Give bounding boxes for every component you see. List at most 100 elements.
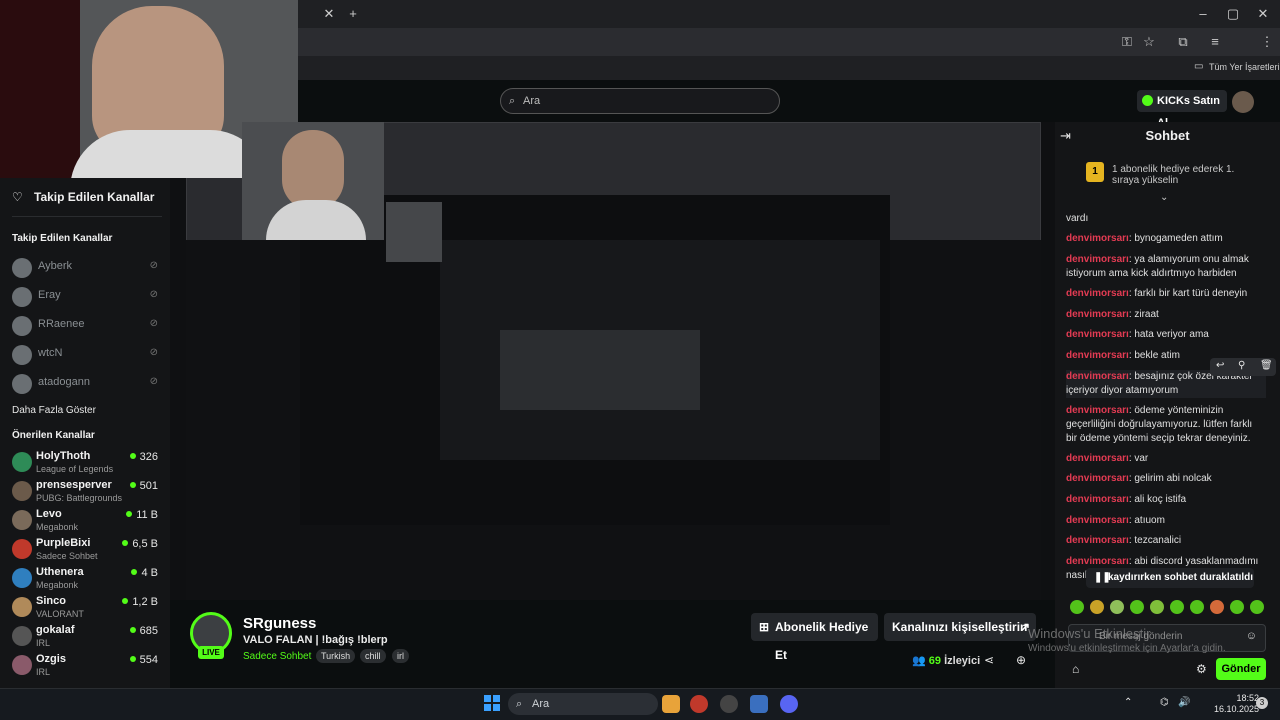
recommended-channel[interactable]: Ozgis IRL 554 [12, 653, 162, 683]
chat-username[interactable]: denvimorsarı [1066, 288, 1129, 299]
chat-username[interactable]: denvimorsarı [1066, 453, 1129, 464]
app-icon[interactable] [750, 695, 768, 713]
emote-icon[interactable] [1250, 600, 1264, 614]
chat-username[interactable]: denvimorsarı [1066, 405, 1129, 416]
tag[interactable]: chill [360, 649, 386, 663]
recommended-channel[interactable]: PurpleBixi Sadece Sohbet 6,5 B [12, 537, 162, 567]
channel-category: League of Legends [36, 464, 114, 474]
followed-channel[interactable]: wtcN ⊘ [12, 343, 162, 369]
minimize-icon[interactable]: – [1190, 0, 1216, 28]
app-icon[interactable] [690, 695, 708, 713]
tray-chevron-icon[interactable]: ⌃ [1124, 697, 1132, 708]
recommended-channel[interactable]: gokalaf IRL 685 [12, 624, 162, 654]
chat-username[interactable]: denvimorsarı [1066, 556, 1129, 567]
streamer-shirt [70, 130, 270, 178]
buy-kicks-button[interactable]: KICKs Satın Al [1137, 90, 1227, 129]
recommended-channel[interactable]: HolyThoth League of Legends 326 [12, 450, 162, 480]
viewer-count: 11 B [126, 509, 158, 521]
chevron-down-icon[interactable]: ⌄ [1160, 192, 1168, 203]
network-icon[interactable]: ⌬ [1160, 697, 1169, 708]
chrome-icon[interactable] [662, 695, 680, 713]
share-icon[interactable]: ⋖ [984, 653, 994, 667]
chat-username[interactable]: denvimorsarı [1066, 329, 1129, 340]
search-input[interactable]: ⌕ Ara [500, 88, 780, 114]
followed-channel[interactable]: atadogann ⊘ [12, 372, 162, 398]
show-more-link[interactable]: Daha Fazla Göster [12, 405, 96, 416]
search-icon: ⌕ [516, 698, 523, 710]
reply-icon[interactable]: ↩ [1216, 360, 1224, 371]
user-avatar[interactable] [1232, 91, 1254, 113]
notification-badge[interactable]: 3 [1256, 697, 1268, 709]
chat-text: bekle atim [1134, 350, 1180, 361]
menu-icon[interactable]: ⋮ [1254, 28, 1280, 56]
volume-icon[interactable]: 🔊 [1178, 697, 1190, 708]
tag[interactable]: irl [392, 649, 409, 663]
avatar [12, 452, 32, 472]
pin-icon[interactable]: ⚲ [1238, 360, 1245, 371]
emote-icon[interactable] [1190, 600, 1204, 614]
emote-icon[interactable] [1230, 600, 1244, 614]
viewer-count: 685 [129, 625, 158, 637]
avatar [12, 539, 32, 559]
followed-channel[interactable]: Ayberk ⊘ [12, 256, 162, 282]
clock[interactable]: 18:52 16.10.2025 [1214, 693, 1259, 715]
close-tab-icon[interactable]: ✕ [316, 0, 342, 28]
store-icon[interactable]: ⌂ [1072, 662, 1079, 676]
chat-username[interactable]: denvimorsarı [1066, 535, 1129, 546]
extensions-icon[interactable]: ⧉ [1170, 28, 1196, 56]
start-icon[interactable] [484, 695, 500, 711]
start-icon-tile [493, 695, 500, 702]
recommended-channel[interactable]: prensesperver PUBG: Battlegrounds 501 [12, 479, 162, 509]
emote-icon[interactable] [1130, 600, 1144, 614]
emoji-icon[interactable]: ☺ [1246, 630, 1257, 642]
emote-icon[interactable] [1070, 600, 1084, 614]
emote-icon[interactable] [1090, 600, 1104, 614]
chat-text: vardı [1066, 213, 1089, 224]
search-icon: ⌕ [509, 95, 516, 107]
stream-category[interactable]: Sadece Sohbet [243, 651, 311, 662]
followed-channel[interactable]: Eray ⊘ [12, 285, 162, 311]
chat-paused-button[interactable]: ❚❚ kaydırırken sohbet duraklatıldı [1086, 568, 1254, 588]
discord-icon[interactable] [780, 695, 798, 713]
chat-username[interactable]: denvimorsarı [1066, 233, 1129, 244]
chat-username[interactable]: denvimorsarı [1066, 350, 1129, 361]
all-bookmarks-link[interactable]: Tüm Yer İşaretleri [1209, 62, 1280, 72]
chat-message: denvimorsarı: gelirim abi nolcak [1066, 473, 1212, 484]
tag[interactable]: Turkish [316, 649, 356, 663]
customize-channel-button[interactable]: Kanalınızı kişiselleştirin ↗ [884, 613, 1036, 641]
webcam-overlay-nested-2 [386, 202, 442, 262]
viewer-count: 501 [129, 480, 158, 492]
chat-username[interactable]: denvimorsarı [1066, 371, 1129, 382]
chat-username[interactable]: denvimorsarı [1066, 494, 1129, 505]
channel-name: Sinco [36, 595, 66, 607]
recommended-channel[interactable]: Sinco VALORANT 1,2 B [12, 595, 162, 625]
chat-username[interactable]: denvimorsarı [1066, 254, 1129, 265]
chat-username[interactable]: denvimorsarı [1066, 515, 1129, 526]
followed-channel[interactable]: RRaenee ⊘ [12, 314, 162, 340]
recommended-channel[interactable]: Levo Megabonk 11 B [12, 508, 162, 538]
viewer-count: 👥 69 İzleyici [912, 654, 980, 667]
emote-icon[interactable] [1110, 600, 1124, 614]
taskbar-search[interactable]: ⌕ Ara [508, 693, 658, 715]
bookmark-star-icon[interactable]: ☆ [1136, 28, 1162, 56]
emote-icon[interactable] [1170, 600, 1184, 614]
window-close-icon[interactable]: ✕ [1250, 0, 1276, 28]
channel-name: PurpleBixi [36, 537, 91, 549]
follow-user-icon[interactable]: ⊕ [1016, 653, 1026, 667]
chat-username[interactable]: denvimorsarı [1066, 309, 1129, 320]
media-icon[interactable]: ≡ [1202, 28, 1228, 56]
recommended-channel[interactable]: Uthenera Megabonk 4 B [12, 566, 162, 596]
gift-sub-button[interactable]: ⊞ Abonelik Hediye Et [751, 613, 878, 662]
emote-icon[interactable] [1150, 600, 1164, 614]
channel-name[interactable]: SRguness [243, 615, 316, 632]
new-tab-icon[interactable]: + [340, 0, 366, 28]
delete-icon[interactable]: 🗑 [1260, 360, 1273, 371]
app-icon[interactable] [720, 695, 738, 713]
channel-name: wtcN [38, 347, 63, 359]
settings-icon[interactable]: ⚙ [1196, 662, 1207, 676]
maximize-icon[interactable]: ▢ [1220, 0, 1246, 28]
send-button[interactable]: Gönder [1216, 658, 1266, 680]
emote-icon[interactable] [1210, 600, 1224, 614]
pinned-gift-banner[interactable]: 1 1 abonelik hediye ederek 1. sıraya yük… [1060, 152, 1274, 203]
chat-username[interactable]: denvimorsarı [1066, 473, 1129, 484]
